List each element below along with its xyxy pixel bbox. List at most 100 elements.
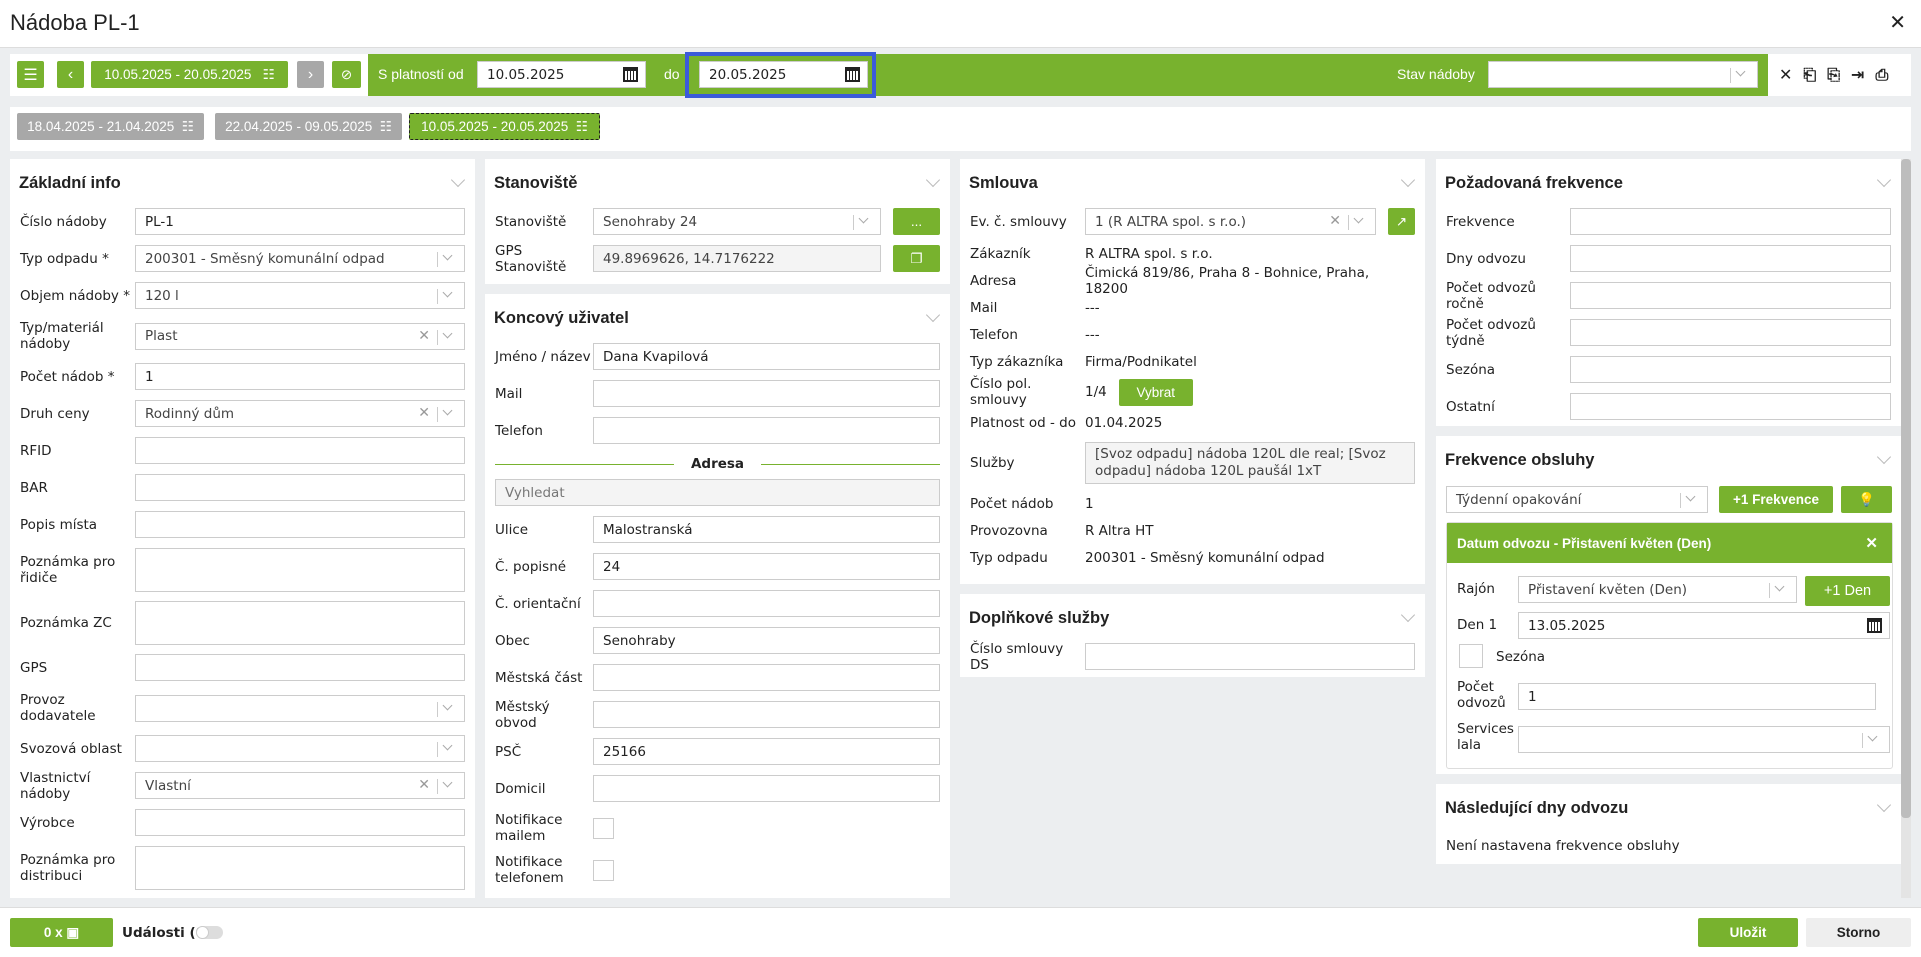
field-input[interactable]: 24 [593,553,940,580]
services-select[interactable] [1518,726,1890,753]
chevron-down-icon[interactable] [437,407,457,422]
rajon-select[interactable]: Přistavení květen (Den) [1518,576,1797,603]
copy-left-icon[interactable]: ⎗ [1803,65,1816,85]
field-checkbox[interactable] [593,859,614,881]
field-input[interactable] [1570,356,1891,383]
field-input[interactable] [1085,643,1415,670]
field-action-button[interactable]: ... [893,208,940,235]
field-select[interactable]: 200301 - Směsný komunální odpad [135,245,465,272]
calendar-icon[interactable] [623,67,638,82]
close-icon[interactable]: ✕ [1889,10,1906,34]
chevron-down-icon[interactable] [1348,215,1368,230]
period-button[interactable]: 10.05.2025 - 20.05.2025 ☷ [91,61,288,88]
field-input[interactable] [135,600,465,645]
tab-period-3[interactable]: 10.05.2025 - 20.05.2025 ☷ [409,113,600,140]
valid-from-input[interactable]: 10.05.2025 [477,61,646,88]
field-input[interactable] [1570,208,1891,235]
close-icon[interactable]: ✕ [1865,534,1878,552]
field-input[interactable]: [Svoz odpadu] nádoba 120L dle real; [Svo… [1085,442,1415,484]
chevron-down-icon[interactable] [437,742,457,757]
print-icon[interactable]: ⎙ [1875,65,1888,85]
field-select[interactable]: Senohraby 24 [593,208,881,235]
chevron-down-icon[interactable] [853,215,873,230]
field-label: Městský obvod [495,698,550,731]
add-frequency-button[interactable]: +1 Frekvence [1719,486,1833,513]
clear-icon[interactable]: ✕ [418,777,430,793]
chevron-down-icon[interactable] [437,289,457,304]
field-input[interactable] [135,474,465,501]
field-input[interactable] [1570,282,1891,309]
field-input[interactable] [593,417,940,444]
field-checkbox[interactable] [593,817,614,839]
day-1-date-input[interactable]: 13.05.2025 [1518,612,1890,639]
copy-icon[interactable]: ❐ [893,245,940,272]
field-input[interactable] [135,654,465,681]
field-input[interactable] [135,845,465,890]
chevron-down-icon[interactable] [437,252,457,267]
menu-button[interactable]: ☰ [17,61,44,88]
prev-period-button[interactable]: ‹ [57,61,84,88]
state-select[interactable] [1488,61,1758,88]
repeat-select[interactable]: Týdenní opakování [1446,486,1708,513]
cancel-button[interactable]: Storno [1806,918,1911,947]
chevron-down-icon[interactable] [1730,68,1750,83]
field-select[interactable] [135,694,465,722]
events-toggle[interactable] [196,926,223,939]
field-input[interactable]: Dana Kvapilová [593,343,940,370]
field-input[interactable] [135,809,465,836]
chevron-down-icon[interactable] [437,329,457,345]
field-input[interactable] [593,664,940,691]
clear-icon[interactable]: ✕ [418,405,430,421]
scrollbar[interactable] [1901,159,1911,898]
pickup-count-input[interactable]: 1 [1518,683,1876,710]
chevron-down-icon[interactable] [437,779,457,794]
field-input[interactable]: Senohraby [593,627,940,654]
field-input[interactable] [135,511,465,538]
clear-icon[interactable]: ✕ [1329,213,1341,229]
save-button[interactable]: Uložit [1698,918,1798,947]
external-link-icon[interactable]: ↗ [1388,208,1415,235]
next-period-button[interactable]: › [297,61,324,88]
tab-period-2[interactable]: 22.04.2025 - 09.05.2025 ☷ [215,113,402,140]
address-search-input[interactable]: Vyhledat [495,479,940,506]
field-input[interactable]: 25166 [593,738,940,765]
field-input[interactable] [593,701,940,728]
clear-icon[interactable]: ✕ [1779,65,1792,85]
valid-to-input[interactable]: 20.05.2025 [699,61,868,88]
lightbulb-icon[interactable]: 💡 [1841,486,1892,513]
chevron-down-icon[interactable] [1862,733,1882,748]
copy-right-icon[interactable]: ⎘ [1827,65,1840,85]
field-input[interactable] [1570,319,1891,346]
field-input[interactable]: 1 [135,363,465,390]
field-input[interactable] [135,437,465,464]
field-select[interactable]: 1 (R ALTRA spol. s r.o.) ✕ [1085,208,1376,235]
field-select[interactable] [135,735,465,762]
field-select[interactable]: 120 l [135,282,465,309]
season-checkbox[interactable] [1459,644,1483,668]
hide-icon[interactable]: ⊘ [332,61,361,88]
chevron-down-icon[interactable] [437,701,457,717]
import-icon[interactable]: ⇥ [1851,65,1864,85]
field-input[interactable] [1570,245,1891,272]
field-input[interactable] [593,775,940,802]
chevron-down-icon[interactable] [1680,493,1700,508]
field-input[interactable] [593,590,940,617]
calendar-icon[interactable] [845,67,860,82]
add-day-button[interactable]: +1 Den [1805,576,1890,606]
photos-button[interactable]: 0 x ▣ [10,918,113,947]
field-select[interactable]: Rodinný dům ✕ [135,400,465,427]
calendar-icon[interactable] [1867,618,1882,633]
select-contract-button[interactable]: Vybrat [1118,378,1193,406]
scrollbar-thumb[interactable] [1901,159,1911,818]
field-input[interactable]: PL-1 [135,208,465,235]
field-input[interactable]: Malostranská [593,516,940,543]
field-input[interactable]: 49.8969626, 14.7176222 [593,245,881,272]
clear-icon[interactable]: ✕ [418,328,430,344]
field-input[interactable] [593,380,940,407]
field-input[interactable] [135,547,465,592]
field-select[interactable]: Plast ✕ [135,322,465,350]
tab-period-1[interactable]: 18.04.2025 - 21.04.2025 ☷ [17,113,204,140]
field-input[interactable] [1570,393,1891,420]
chevron-down-icon[interactable] [1769,583,1789,598]
field-select[interactable]: Vlastní ✕ [135,772,465,799]
